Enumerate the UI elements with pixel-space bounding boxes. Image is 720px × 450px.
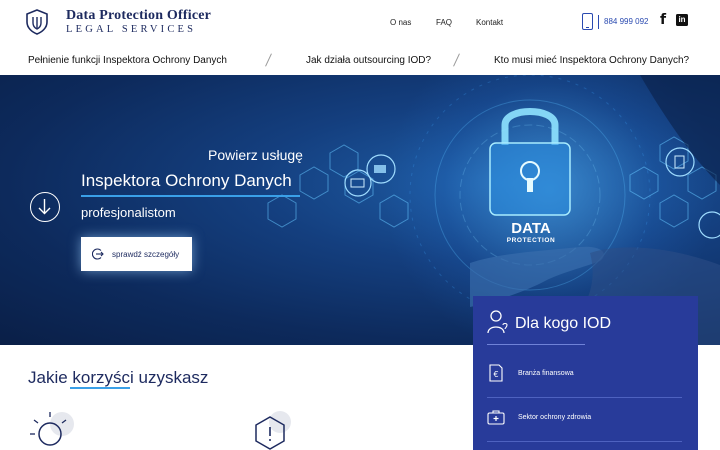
alert-hexagon-icon: [255, 411, 291, 450]
phone-icon: [582, 13, 593, 30]
panel-item-health[interactable]: Sektor ochrony zdrowia: [487, 398, 682, 442]
panel-title-underline: [487, 344, 585, 345]
subnav-divider: [453, 53, 460, 67]
details-button-label: sprawdź szczegóły: [112, 249, 180, 259]
benefits-underline: [70, 387, 130, 389]
arrow-right-circle-icon: [92, 248, 104, 260]
svg-text:€: €: [493, 370, 498, 379]
subnav-item-kto-musi-miec[interactable]: Kto musi mieć Inspektora Ochrony Danych?: [494, 55, 689, 66]
panel-item-finance[interactable]: € Branża finansowa: [487, 354, 682, 398]
site-header: Data Protection Officer LEGAL SERVICES O…: [0, 0, 720, 46]
page: Data Protection Officer LEGAL SERVICES O…: [0, 0, 720, 450]
phone-number: 884 999 092: [604, 17, 649, 26]
panel-item-label: Sektor ochrony zdrowia: [518, 414, 592, 421]
nav-link-kontakt[interactable]: Kontakt: [476, 18, 503, 27]
logo-title: Data Protection Officer: [66, 8, 212, 23]
data-label: DATA: [511, 220, 551, 237]
linkedin-icon[interactable]: in: [676, 14, 688, 26]
dla-kogo-panel: Dla kogo IOD € Branża finansowa Sektor o…: [473, 296, 698, 450]
person-icon: [487, 310, 508, 334]
subnav-divider: [265, 53, 272, 67]
subnav-item-pelnienie-funkcji[interactable]: Pełnienie funkcji Inspektora Ochrony Dan…: [28, 55, 227, 66]
hero-title: Inspektora Ochrony Danych: [81, 171, 292, 190]
logo[interactable]: Data Protection Officer LEGAL SERVICES: [26, 9, 211, 36]
lightbulb-icon: [30, 412, 74, 446]
benefits-title: Jakie korzyści uzyskasz: [28, 368, 209, 387]
details-button[interactable]: sprawdź szczegóły: [81, 237, 192, 271]
scroll-down-icon[interactable]: [30, 192, 60, 222]
medical-kit-icon: [487, 410, 505, 425]
euro-document-icon: €: [489, 364, 503, 382]
phone-divider: [598, 14, 599, 29]
secondary-nav: Pełnienie funkcji Inspektora Ochrony Dan…: [0, 46, 720, 75]
nav-link-o-nas[interactable]: O nas: [390, 18, 411, 27]
logo-subtitle: LEGAL SERVICES: [66, 24, 197, 35]
panel-title: Dla kogo IOD: [515, 315, 612, 332]
shield-icon: [26, 9, 48, 36]
hero-underline: [81, 195, 300, 197]
subnav-item-outsourcing[interactable]: Jak działa outsourcing IOD?: [306, 55, 431, 66]
hero-line-1: Powierz usługę: [208, 147, 303, 163]
phone-link[interactable]: 884 999 092: [582, 13, 649, 30]
facebook-icon[interactable]: f: [660, 13, 669, 27]
panel-item-label: Branża finansowa: [518, 370, 574, 377]
hero-line-3: profesjonalistom: [81, 205, 176, 220]
nav-link-faq[interactable]: FAQ: [436, 18, 452, 27]
protection-label: PROTECTION: [507, 237, 556, 244]
